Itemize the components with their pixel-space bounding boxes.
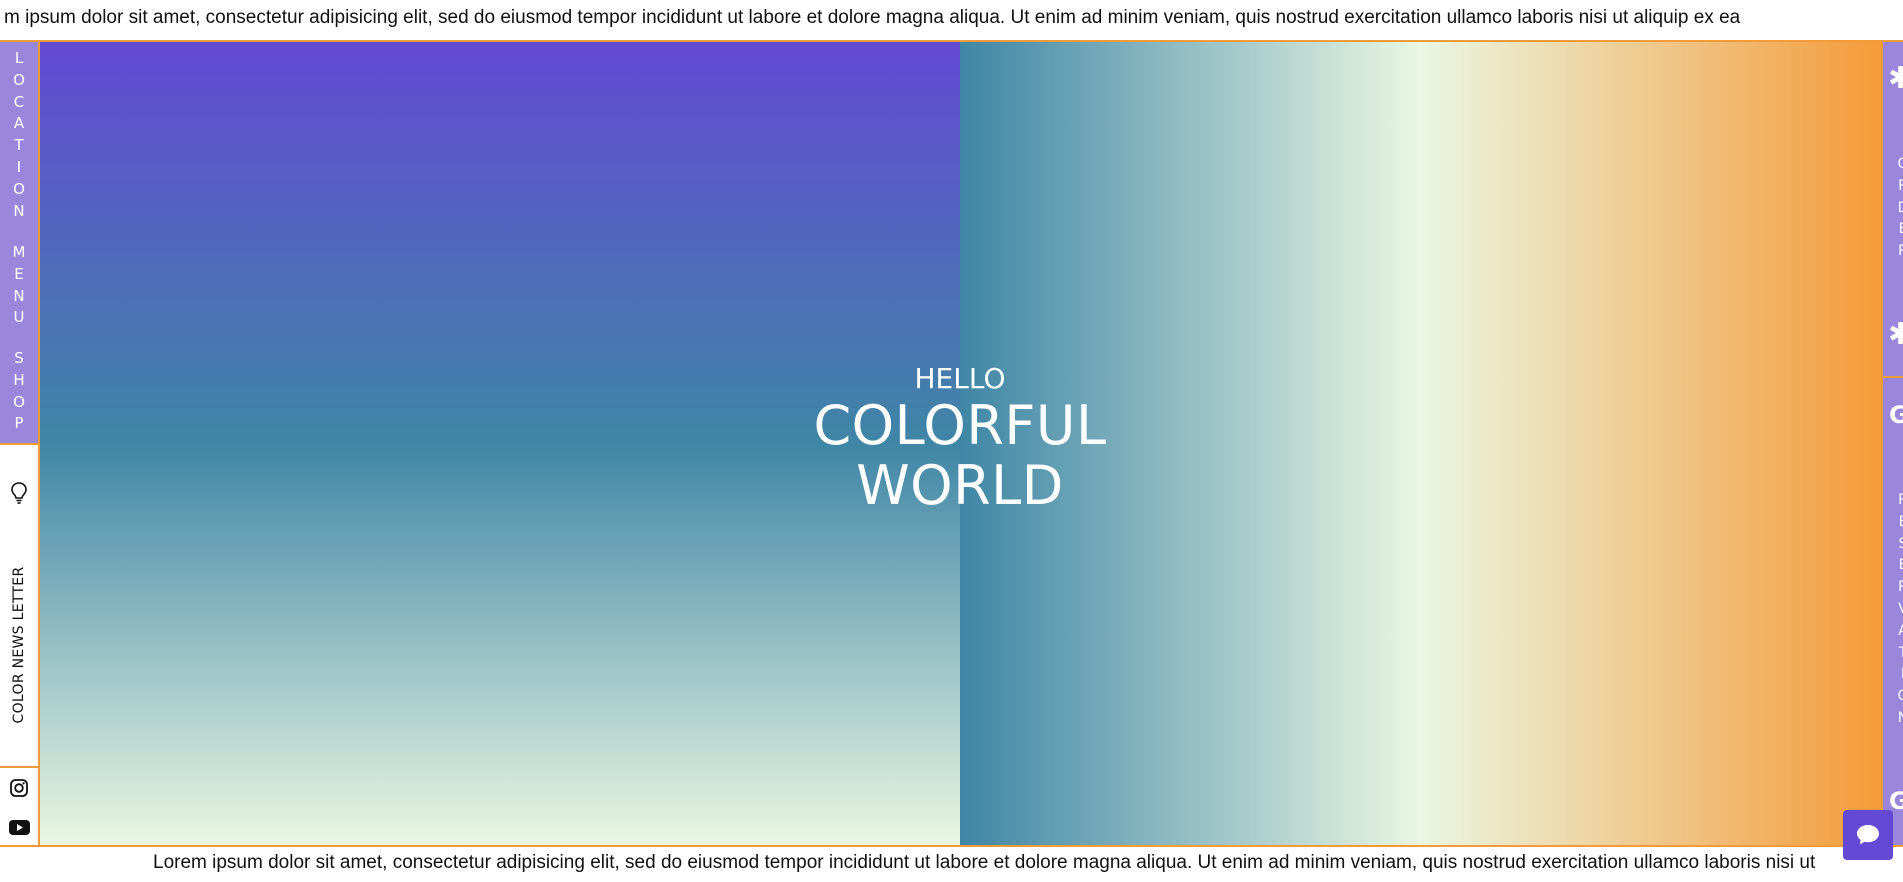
reservation-letter: R: [1898, 492, 1903, 508]
chat-button[interactable]: [1843, 810, 1893, 860]
asterisk-icon: ✱: [1888, 320, 1903, 350]
menu-letter: A: [13, 114, 25, 133]
order-letter: D: [1898, 198, 1903, 220]
menu-letter: L: [14, 49, 24, 67]
menu-letter: T: [14, 136, 24, 155]
reservation-letter: V: [1898, 600, 1903, 617]
menu-letter: N: [13, 201, 25, 220]
hero-section: HELLO COLORFUL WORLD: [40, 42, 1881, 845]
menu-letter: O: [13, 392, 25, 411]
menu-link-shop[interactable]: S H O P: [0, 348, 38, 435]
menu-letter: N: [13, 286, 25, 305]
reservation-label: R E S E R V A T I O N: [1893, 490, 1903, 730]
top-ticker-text: m ipsum dolor sit amet, consectetur adip…: [4, 7, 1741, 28]
instagram-icon[interactable]: [10, 779, 28, 797]
reservation-letter: E: [1898, 557, 1903, 574]
menu-letter: M: [12, 243, 26, 261]
menu-letter: E: [14, 264, 24, 283]
reservation-letter: T: [1899, 643, 1903, 665]
youtube-icon[interactable]: [9, 820, 30, 835]
order-tab[interactable]: ✱ O R D E R ✱: [1883, 42, 1903, 378]
top-ticker: m ipsum dolor sit amet, consectetur adip…: [0, 0, 1903, 42]
order-label: O R D E R: [1893, 154, 1903, 263]
order-letter: R: [1898, 176, 1903, 198]
lightbulb-icon: [11, 482, 27, 504]
reservation-tab[interactable]: G R E S E R V A T I O N G: [1883, 378, 1903, 845]
left-sidebar: L O C A T I O N M E N U S H O P COLOR NE…: [0, 42, 40, 845]
social-links: [0, 768, 38, 845]
menu-letter: C: [13, 92, 25, 111]
menu-link-location[interactable]: L O C A T I O N: [0, 48, 38, 222]
reservation-letter: O: [1897, 686, 1903, 708]
reservation-letter: E: [1898, 513, 1903, 530]
reservation-letter: N: [1897, 709, 1903, 726]
chat-icon: [1857, 825, 1879, 845]
asterisk-icon: ✱: [1888, 64, 1903, 94]
bottom-ticker-text: Lorem ipsum dolor sit amet, consectetur …: [153, 852, 1816, 873]
hero-title-line2: WORLD: [856, 454, 1064, 517]
menu-letter: U: [13, 308, 25, 327]
order-letter: E: [1899, 219, 1903, 241]
menu-link-menu[interactable]: M E N U: [0, 242, 38, 329]
hero-heading: HELLO COLORFUL WORLD: [813, 362, 1106, 516]
menu-letter: P: [14, 414, 24, 433]
newsletter-panel[interactable]: COLOR NEWS LETTER: [0, 445, 38, 768]
bottom-ticker: Lorem ipsum dolor sit amet, consectetur …: [0, 845, 1903, 882]
reservation-letter: S: [1898, 535, 1903, 552]
menu-letter: S: [14, 349, 24, 367]
reservation-letter: R: [1898, 579, 1903, 596]
reservation-letter: A: [1898, 622, 1903, 639]
menu-letter: O: [13, 70, 25, 89]
menu-letter: H: [13, 370, 25, 389]
g-icon: G: [1889, 401, 1903, 429]
order-letter: O: [1897, 154, 1903, 176]
newsletter-label: COLOR NEWS LETTER: [11, 566, 27, 724]
order-letter: R: [1898, 241, 1903, 263]
menu-letter: I: [16, 157, 22, 176]
menu-letter: O: [13, 179, 25, 198]
left-menu-panel: L O C A T I O N M E N U S H O P: [0, 42, 38, 445]
hero-greeting: HELLO: [914, 362, 1006, 395]
hero-title-line1: COLORFUL: [813, 394, 1107, 457]
right-sidebar: ✱ O R D E R ✱ G R E S E R V A T I O N G: [1881, 42, 1903, 845]
